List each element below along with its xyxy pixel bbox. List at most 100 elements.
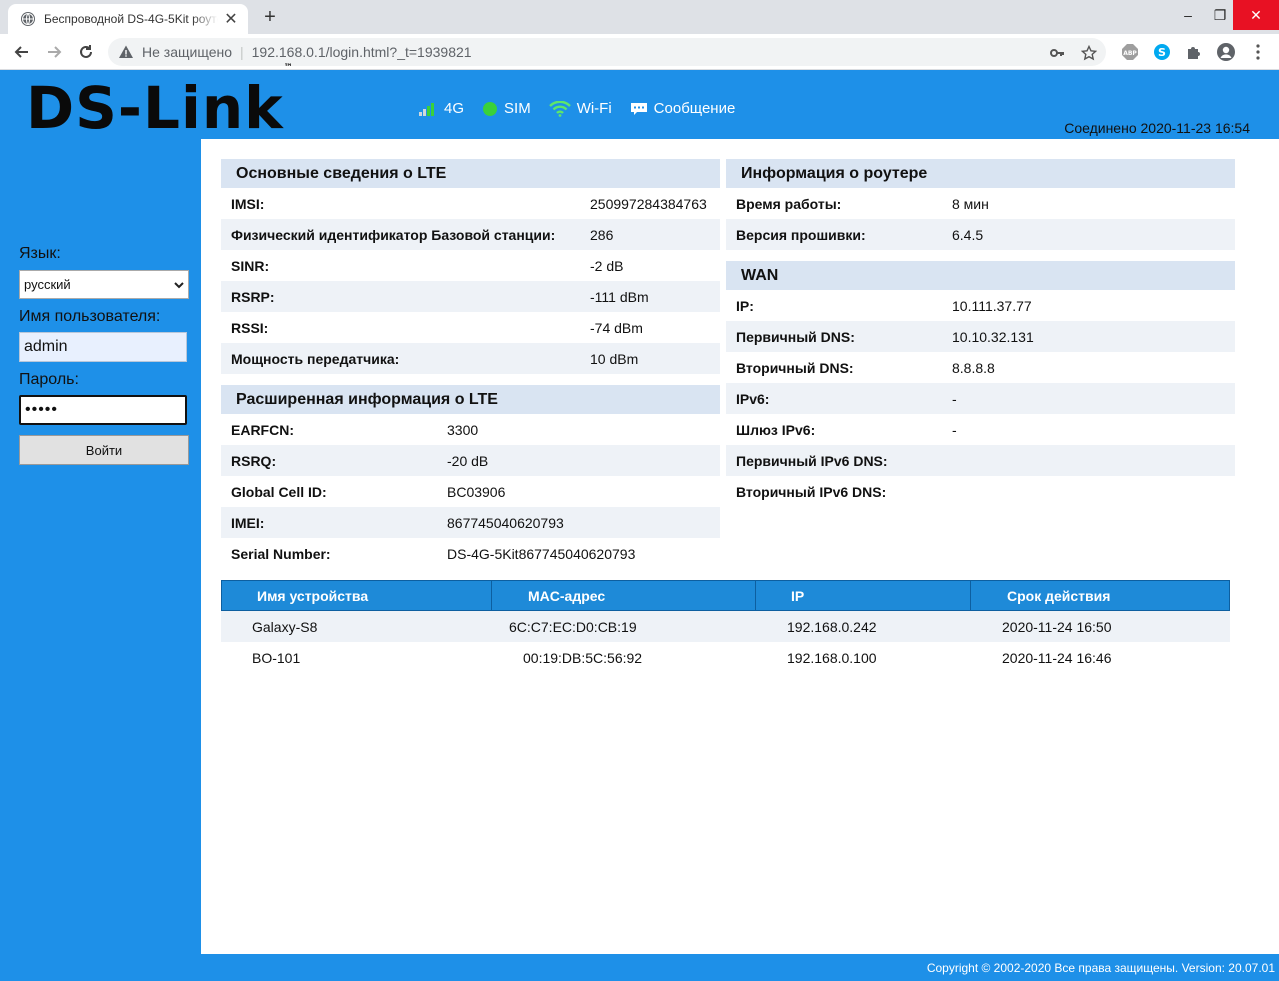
row-key: RSRQ: [231, 452, 277, 469]
router-info-title: Информация о роутере [726, 159, 1235, 188]
row-value: 10 dBm [590, 350, 639, 367]
lte-ext-row: RSRQ: -20 dB [221, 445, 720, 476]
row-key: Время работы: [736, 195, 842, 212]
row-key: Вторичный IPv6 DNS: [736, 483, 887, 500]
logo-trademark: ™ [283, 62, 294, 73]
key-icon[interactable] [1048, 44, 1066, 62]
browser-menu-icon[interactable] [1248, 42, 1268, 62]
router-header: DS-Link™ 4G SIM Wi-Fi Сообщение Соединен… [0, 63, 1279, 142]
row-value: - [952, 421, 957, 438]
table-row: BO-101 00:19:DB:5C:56:92 192.168.0.100 2… [221, 642, 1230, 673]
password-field[interactable]: ••••• [19, 395, 187, 425]
row-value: 10.111.37.77 [952, 297, 1032, 314]
row-value: 8.8.8.8 [952, 359, 995, 376]
address-bar-actions [1048, 44, 1098, 62]
status-4g: 4G [418, 100, 464, 117]
row-key: RSRP: [231, 288, 275, 305]
table-cell: 192.168.0.242 [787, 618, 877, 635]
devices-table-header: Имя устройства MAC-адрес IP Срок действи… [221, 580, 1230, 611]
status-message[interactable]: Сообщение [630, 100, 736, 117]
sim-status-dot-icon [483, 101, 498, 116]
row-key: IP: [736, 297, 754, 314]
row-key: Global Cell ID: [231, 483, 327, 500]
router-info-row: Время работы: 8 мин [726, 188, 1235, 219]
svg-text:ABP: ABP [1123, 50, 1137, 57]
row-key: SINR: [231, 257, 270, 274]
reload-icon[interactable] [74, 40, 98, 64]
back-arrow-icon[interactable] [10, 40, 34, 64]
browser-toolbar: Не защищено | 192.168.0.1/login.html?_t=… [0, 34, 1279, 70]
adblock-extension-icon[interactable]: ABP [1120, 42, 1140, 62]
row-value: 867745040620793 [447, 514, 564, 531]
table-cell: 2020-11-24 16:50 [1002, 618, 1112, 635]
wan-row: Вторичный IPv6 DNS: [726, 476, 1235, 507]
lte-basic-title: Основные сведения о LTE [221, 159, 720, 188]
lte-ext-row: IMEI: 867745040620793 [221, 507, 720, 538]
new-tab-button[interactable]: + [258, 6, 282, 29]
bookmark-star-icon[interactable] [1080, 44, 1098, 62]
row-key: RSSI: [231, 319, 269, 336]
row-value: 10.10.32.131 [952, 328, 1034, 345]
router-info-panel: Информация о роутере Время работы: 8 мин … [726, 159, 1235, 250]
skype-extension-icon[interactable]: S [1152, 42, 1172, 62]
row-key: Serial Number: [231, 545, 331, 562]
table-cell: 192.168.0.100 [787, 649, 877, 666]
extensions-puzzle-icon[interactable] [1184, 42, 1204, 62]
connection-status: Соединено 2020-11-23 16:54 [1064, 120, 1250, 136]
wan-panel: WAN IP: 10.111.37.77 Первичный DNS: 10.10.… [726, 261, 1235, 507]
row-value: DS-4G-5Kit867745040620793 [447, 545, 636, 562]
lte-basic-row: IMSI: 250997284384763 [221, 188, 720, 219]
page-footer: Copyright © 2002-2020 Все права защищены… [0, 954, 1279, 981]
profile-avatar-icon[interactable] [1216, 42, 1236, 62]
row-key: Первичный DNS: [736, 328, 855, 345]
signal-bars-icon [419, 102, 434, 116]
login-sidebar: Язык: русский Имя пользователя: admin Па… [0, 139, 201, 954]
column-header: MAC-адрес [492, 581, 756, 610]
wan-row: IPv6: - [726, 383, 1235, 414]
row-value: 6.4.5 [952, 226, 984, 243]
chevron-down-icon [174, 281, 184, 288]
lte-basic-row: RSRP: -111 dBm [221, 281, 720, 312]
row-value: -20 dB [447, 452, 489, 469]
tab-close-icon[interactable]: ✕ [222, 9, 240, 29]
insecure-label: Не защищено [142, 44, 232, 60]
password-label: Пароль: [19, 371, 79, 388]
language-value: русский [24, 277, 71, 292]
lte-basic-row: Мощность передатчика: 10 dBm [221, 343, 720, 374]
row-value: 3300 [447, 421, 479, 438]
row-key: IMEI: [231, 514, 265, 531]
wan-row: IP: 10.111.37.77 [726, 290, 1235, 321]
lte-ext-row: Serial Number: DS-4G-5Kit867745040620793 [221, 538, 720, 569]
row-key: Первичный IPv6 DNS: [736, 452, 888, 469]
url-text: 192.168.0.1/login.html?_t=1939821 [251, 44, 472, 60]
wan-title: WAN [726, 261, 1235, 290]
table-row: Galaxy-S8 6C:C7:EC:D0:CB:19 192.168.0.24… [221, 611, 1230, 642]
language-label: Язык: [19, 245, 61, 262]
username-field[interactable]: admin [19, 332, 187, 362]
forward-arrow-icon[interactable] [42, 40, 66, 64]
row-value: -2 dB [590, 257, 624, 274]
row-value: 8 мин [952, 195, 989, 212]
wan-row: Первичный DNS: 10.10.32.131 [726, 321, 1235, 352]
tab-title: Беспроводной DS-4G-5Kit роутер [44, 12, 218, 26]
devices-table: Имя устройства MAC-адрес IP Срок действи… [221, 580, 1230, 673]
column-header: Срок действия [1007, 587, 1111, 604]
lte-basic-row: RSSI: -74 dBm [221, 312, 720, 343]
row-key: Шлюз IPv6: [736, 421, 816, 438]
column-header: Имя устройства [222, 581, 492, 610]
table-cell: Galaxy-S8 [252, 618, 318, 635]
lte-basic-row: Физический идентификатор Базовой станции… [221, 219, 720, 250]
wan-row: Шлюз IPv6: - [726, 414, 1235, 445]
column-header: IP [756, 581, 971, 610]
login-button[interactable]: Войти [19, 435, 189, 465]
router-info-row: Версия прошивки: 6.4.5 [726, 219, 1235, 250]
close-window-button[interactable]: ✕ [1233, 0, 1279, 30]
lte-basic-panel: Основные сведения о LTE IMSI: 25099728438… [221, 159, 720, 374]
wifi-icon [548, 100, 571, 117]
status-wifi: Wi-Fi [548, 100, 612, 117]
language-select[interactable]: русский [19, 270, 189, 299]
status-message-label[interactable]: Сообщение [654, 100, 736, 117]
browser-tab[interactable]: Беспроводной DS-4G-5Kit роутер ✕ [8, 4, 248, 34]
address-bar[interactable]: Не защищено | 192.168.0.1/login.html?_t=… [108, 38, 1106, 66]
table-cell: 00:19:DB:5C:56:92 [523, 649, 643, 666]
